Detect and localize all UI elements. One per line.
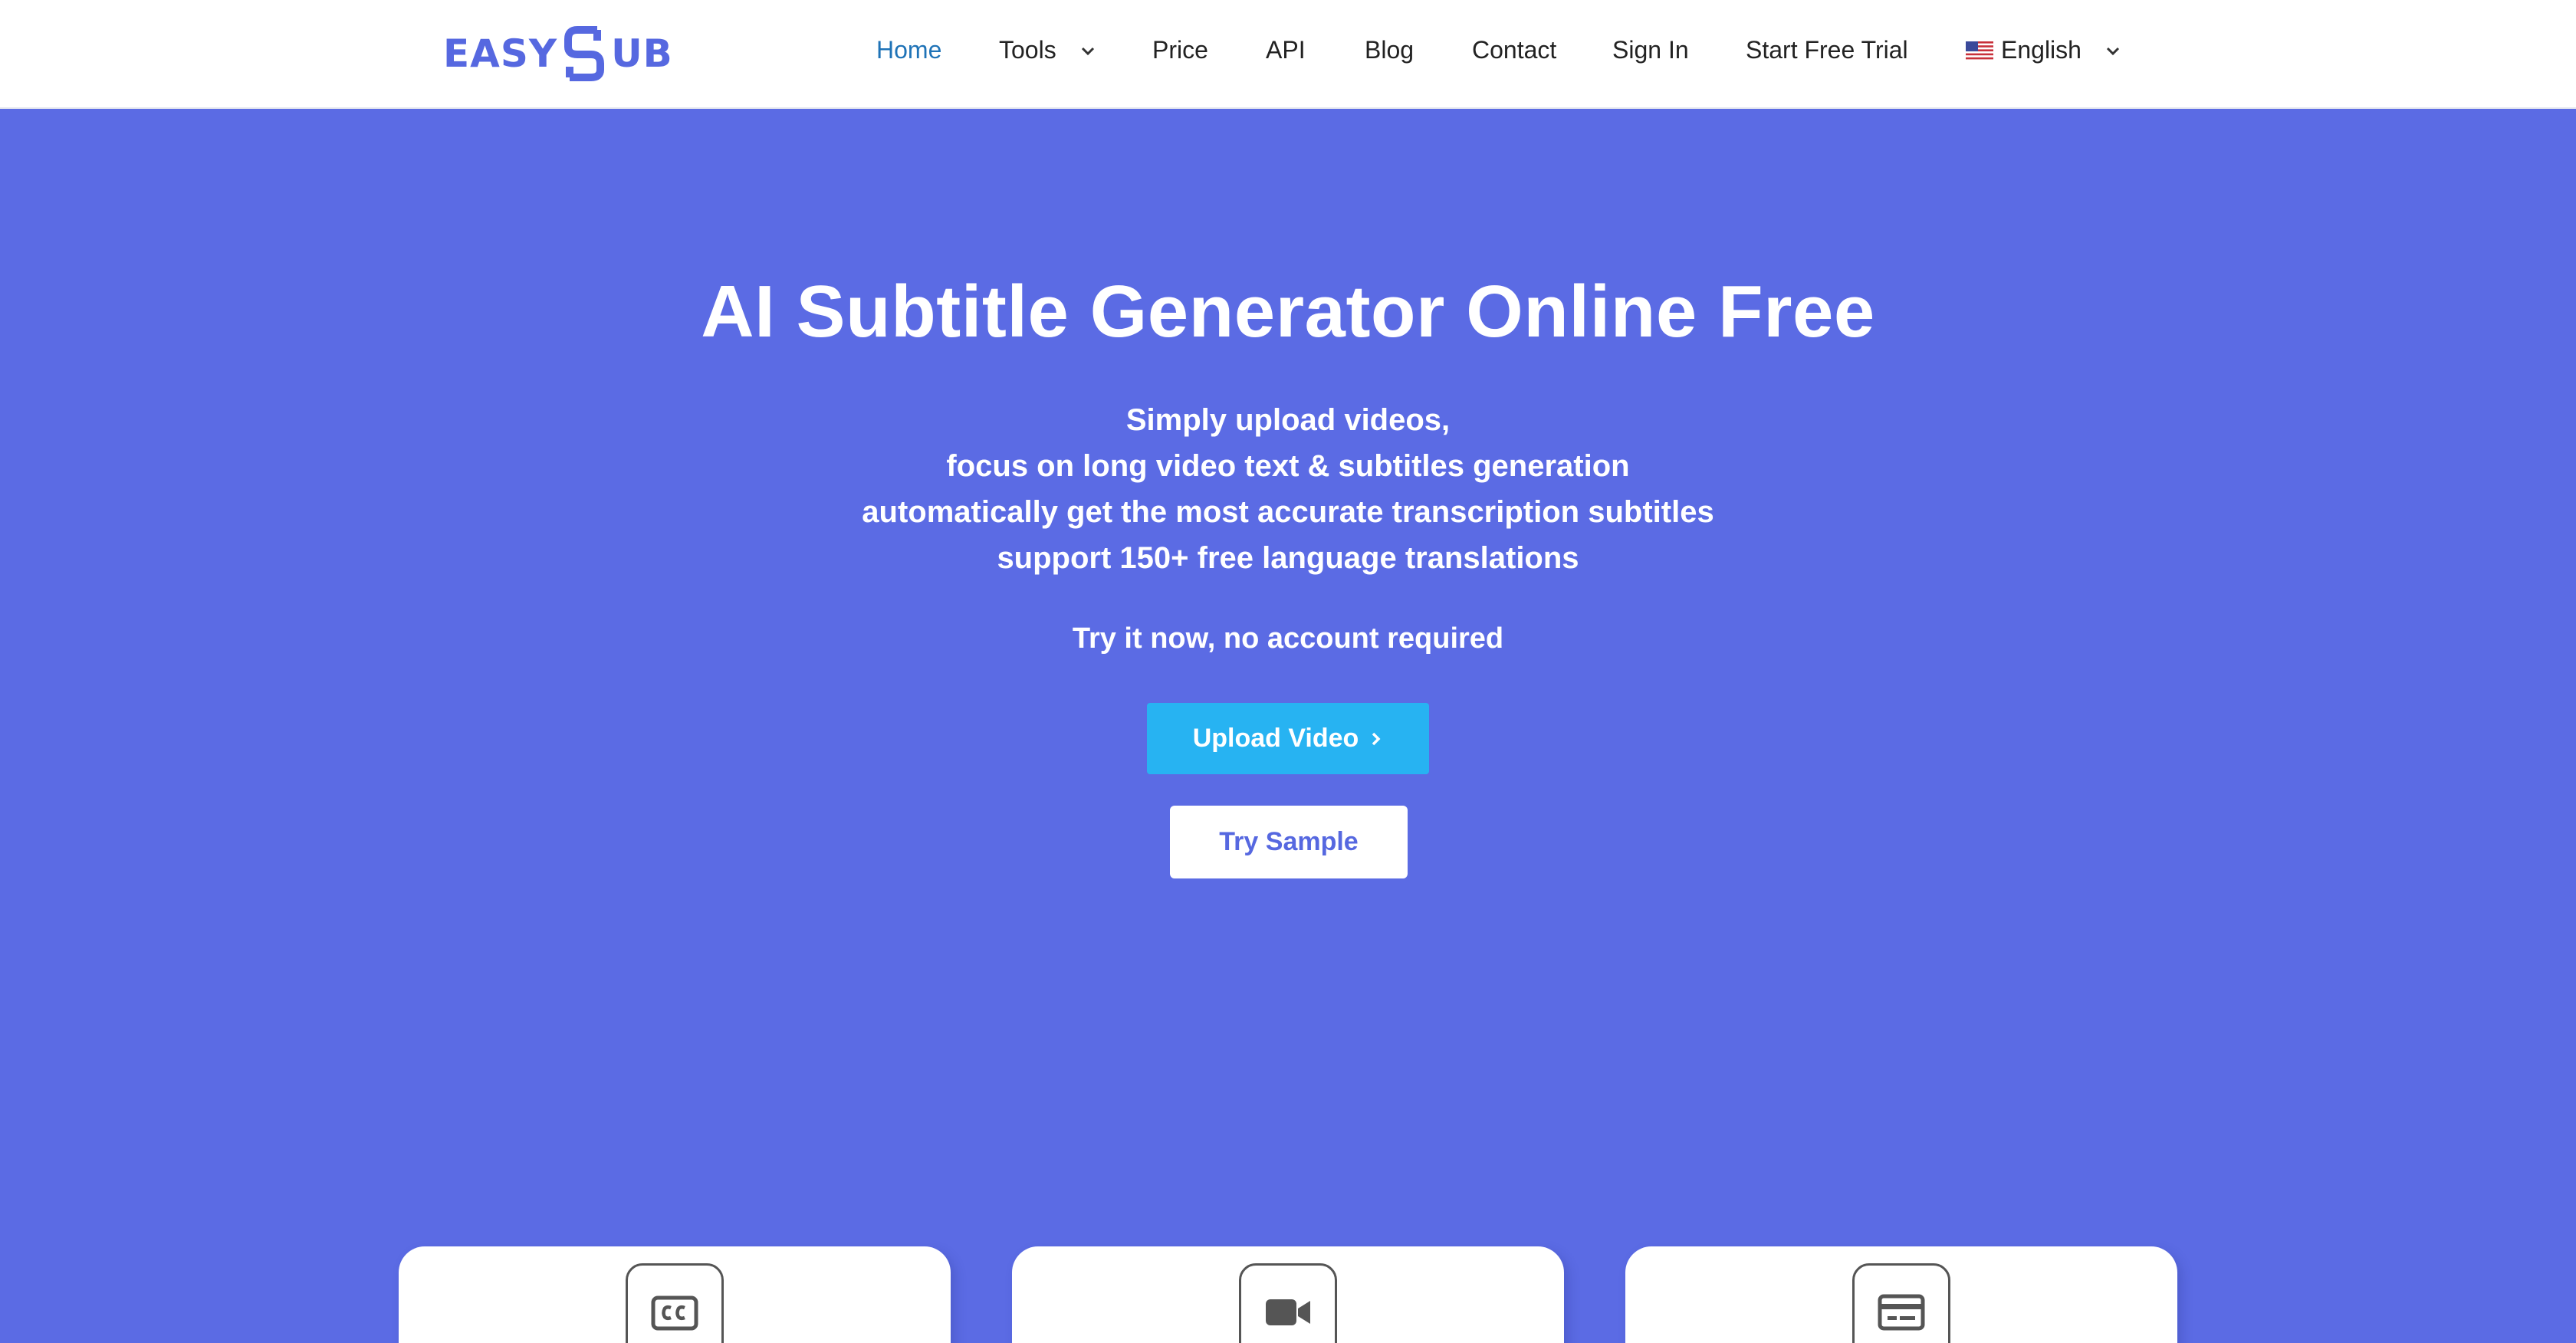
try-sample-label: Try Sample (1219, 827, 1359, 856)
feature-icon-frame (1852, 1263, 1950, 1343)
easysub-logo[interactable]: EASY UB (443, 23, 673, 84)
nav-tools[interactable]: Tools (999, 36, 1098, 64)
language-selector[interactable]: English (1966, 36, 2123, 64)
chevron-down-icon (1081, 47, 1094, 55)
feature-icon-frame (1239, 1263, 1337, 1343)
logo-text-left: EASY (443, 31, 558, 76)
hero-subtitle: Simply upload videos, focus on long vide… (0, 397, 2576, 581)
feature-card-video (1012, 1246, 1564, 1343)
logo-text-right: UB (611, 31, 673, 76)
video-camera-icon (1266, 1299, 1310, 1325)
chevron-down-icon (2106, 47, 2120, 55)
page: EASY UB Home Tools Price API Blog Contac… (0, 0, 2576, 1343)
feature-card-subtitles (399, 1246, 951, 1343)
try-now-text: Try it now, no account required (1072, 622, 1504, 655)
hero-subtitle-line: support 150+ free language translations (997, 541, 1579, 575)
logo-s-icon (564, 26, 605, 81)
hero-subtitle-line: automatically get the most accurate tran… (862, 495, 1714, 529)
hero-subtitle-line: focus on long video text & subtitles gen… (946, 449, 1630, 483)
nav-start-free-trial[interactable]: Start Free Trial (1746, 36, 1908, 64)
upload-video-button[interactable]: Upload Video (1147, 703, 1429, 774)
nav-price[interactable]: Price (1152, 36, 1208, 64)
feature-icon-frame (626, 1263, 724, 1343)
us-flag-icon (1966, 41, 1993, 60)
upload-video-label: Upload Video (1192, 724, 1359, 753)
closed-caption-icon (651, 1295, 698, 1331)
nav-home[interactable]: Home (876, 36, 941, 64)
nav-sign-in[interactable]: Sign In (1612, 36, 1689, 64)
nav-contact[interactable]: Contact (1472, 36, 1556, 64)
nav-api[interactable]: API (1266, 36, 1306, 64)
nav-blog[interactable]: Blog (1365, 36, 1414, 64)
try-sample-button[interactable]: Try Sample (1170, 806, 1408, 878)
site-header: EASY UB Home Tools Price API Blog Contac… (0, 0, 2576, 109)
feature-card-captions (1625, 1246, 2177, 1343)
hero-subtitle-line: Simply upload videos, (1125, 403, 1451, 437)
hero-title: AI Subtitle Generator Online Free (701, 271, 1875, 353)
subtitle-card-icon (1878, 1294, 1925, 1331)
chevron-right-icon (1372, 732, 1381, 745)
